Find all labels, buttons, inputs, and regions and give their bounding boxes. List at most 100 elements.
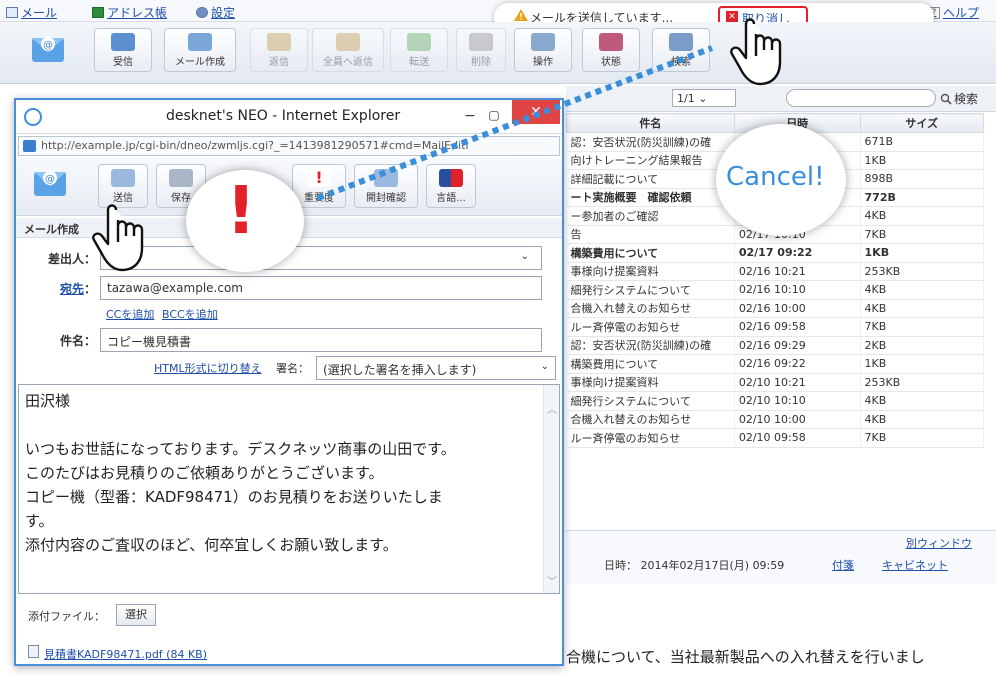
address-book-icon [92, 7, 104, 18]
html-format-link[interactable]: HTML形式に切り替え [154, 360, 262, 376]
address-book-link[interactable]: アドレス帳 [92, 4, 167, 21]
search-input[interactable] [786, 89, 936, 107]
address-url: http://example.jp/cgi-bin/dneo/zwmljs.cg… [41, 139, 469, 152]
subject-input[interactable]: コピー機見積書 [100, 328, 542, 352]
row-date: 02/10 09:58 [734, 428, 861, 448]
reply-icon [267, 33, 291, 51]
message-body-textarea[interactable]: 田沢様 いつもお世話になっております。デスクネッツ商事の山田です。 このたびはお見積… [18, 384, 560, 594]
page-selector[interactable]: 1/1 ⌄ [672, 89, 736, 107]
cabinet-link[interactable]: キャビネット [882, 557, 948, 573]
list-header-bar: 1/1 ⌄ 検索 [566, 86, 996, 112]
reply-all-button[interactable]: 全員へ返信 [312, 28, 384, 72]
search-button[interactable]: 検索 [940, 90, 978, 107]
minimize-button[interactable]: − [462, 108, 478, 124]
table-row[interactable]: 合機入れ替えのお知らせ 02/16 10:00 4KB [566, 299, 985, 318]
window-title: desknet's NEO - Internet Explorer [166, 108, 401, 124]
page-selector-value: 1/1 [677, 92, 695, 105]
reply-all-icon [336, 33, 360, 51]
table-row[interactable]: 細発行システムについて 02/10 10:10 4KB [566, 391, 985, 411]
send-button[interactable]: 送信 [98, 164, 148, 208]
maximize-button[interactable]: ▢ [486, 108, 502, 122]
table-row[interactable]: 構築費用について 02/16 09:22 1KB [566, 354, 985, 374]
help-link[interactable]: ? ヘルプ [928, 4, 979, 21]
tag-link[interactable]: 付箋 [832, 557, 854, 573]
from-label: 差出人： [47, 252, 96, 266]
row-date: 02/16 09:22 [734, 354, 861, 374]
warning-icon [514, 9, 528, 21]
read-receipt-button[interactable]: 開封確認 [354, 164, 418, 208]
select-file-button[interactable]: 選択 [116, 604, 156, 626]
row-subject: 合機入れ替えのお知らせ [566, 299, 735, 318]
table-row[interactable]: 事様向け提案資料 02/10 10:21 253KB [566, 373, 985, 392]
body-scrollbar[interactable]: ︿ ﹀ [543, 385, 559, 593]
add-bcc-link[interactable]: BCCを追加 [162, 306, 218, 322]
table-row[interactable]: 細発行システムについて 02/16 10:10 4KB [566, 280, 985, 300]
subject-column-header[interactable]: 件名 [566, 113, 735, 133]
language-label: 言語... [436, 193, 466, 204]
reply-button[interactable]: 返信 [250, 28, 308, 72]
signature-select[interactable]: (選択した署名を挿入します) ⌄ [316, 356, 556, 380]
row-subject: 細発行システムについて [566, 280, 735, 300]
row-size: 1KB [860, 151, 985, 170]
table-row[interactable]: 事様向け提案資料 02/16 10:21 253KB [566, 262, 985, 281]
address-bar[interactable]: http://example.jp/cgi-bin/dneo/zwmljs.cg… [18, 136, 560, 156]
language-flag-icon [439, 169, 463, 187]
row-size: 253KB [860, 262, 985, 281]
body-line [25, 413, 533, 437]
row-date: 02/10 10:10 [734, 391, 861, 411]
delete-button[interactable]: 削除 [456, 28, 506, 72]
mail-link[interactable]: メール [6, 4, 57, 21]
row-size: 4KB [860, 206, 985, 226]
table-row[interactable]: ルー斉停電のお知らせ 02/10 09:58 7KB [566, 428, 985, 448]
table-row[interactable]: 認：安否状況(防災訓練)の確 02/16 09:29 2KB [566, 336, 985, 355]
signature-value: (選択した署名を挿入します) [323, 363, 477, 377]
body-line: 田沢様 [25, 392, 71, 410]
new-window-link[interactable]: 別ウィンドウ [906, 535, 972, 551]
row-size: 4KB [860, 391, 985, 411]
subject-value: コピー機見積書 [107, 335, 192, 349]
scroll-down-icon: ﹀ [547, 577, 557, 588]
page-icon [23, 140, 36, 152]
row-date: 02/16 10:00 [734, 299, 861, 318]
table-row[interactable]: 合機入れ替えのお知らせ 02/10 10:00 4KB [566, 410, 985, 429]
language-button[interactable]: 言語... [426, 164, 476, 208]
row-subject: 認：安否状況(防災訓練)の確 [566, 336, 735, 355]
attached-file-link[interactable]: 見積書KADF98471.pdf (84 KB) [44, 646, 207, 662]
row-size: 4KB [860, 410, 985, 429]
importance-button[interactable]: ! 重要度 [292, 164, 346, 208]
row-subject: 合機入れ替えのお知らせ [566, 410, 735, 429]
size-column-header[interactable]: サイズ [859, 113, 985, 133]
forward-button[interactable]: 転送 [390, 28, 448, 72]
to-input[interactable]: tazawa@example.com [100, 276, 542, 300]
body-line: コピー機（型番：KADF98471）のお見積りをお送りいたしま [25, 488, 443, 506]
row-size: 253KB [860, 373, 985, 392]
row-date: 02/10 10:21 [734, 373, 861, 392]
to-label-link[interactable]: 宛先 [60, 282, 84, 296]
add-cc-link[interactable]: CCを追加 [106, 306, 154, 322]
table-row[interactable]: ルー斉停電のお知らせ 02/16 09:58 7KB [566, 317, 985, 337]
receive-button[interactable]: 受信 [94, 28, 152, 72]
subject-label: 件名： [59, 334, 96, 348]
message-body-text: 田沢様 いつもお世話になっております。デスクネッツ商事の山田です。 このたびはお見積… [25, 389, 533, 557]
table-row[interactable]: 構築費用について 02/17 09:22 1KB [566, 243, 985, 263]
read-receipt-icon [374, 169, 398, 187]
status-menu-button[interactable]: 状態 [582, 28, 640, 72]
search-tool-button[interactable]: 検索 [652, 28, 710, 72]
delete-label: 削除 [471, 57, 491, 68]
save-icon [169, 169, 193, 187]
row-size: 898B [860, 169, 985, 189]
row-size: 772B [860, 188, 985, 207]
close-window-button[interactable]: ✕ [512, 100, 560, 124]
operation-label: 操作 [533, 57, 553, 68]
row-subject: ート実施概要 確認依頼 [566, 188, 735, 207]
compose-button[interactable]: メール作成 [164, 28, 236, 72]
row-date: 02/16 09:29 [734, 336, 861, 355]
operation-menu-button[interactable]: 操作 [514, 28, 572, 72]
row-size: 1KB [860, 243, 985, 263]
settings-link[interactable]: 設定 [196, 4, 235, 21]
receive-icon [111, 33, 135, 51]
from-select[interactable]: 山 ts.jp> ⌄ [100, 246, 542, 270]
desknets-logo-icon: @ [34, 171, 66, 196]
send-label: 送信 [113, 193, 133, 204]
row-date: 02/17 09:22 [734, 243, 861, 263]
